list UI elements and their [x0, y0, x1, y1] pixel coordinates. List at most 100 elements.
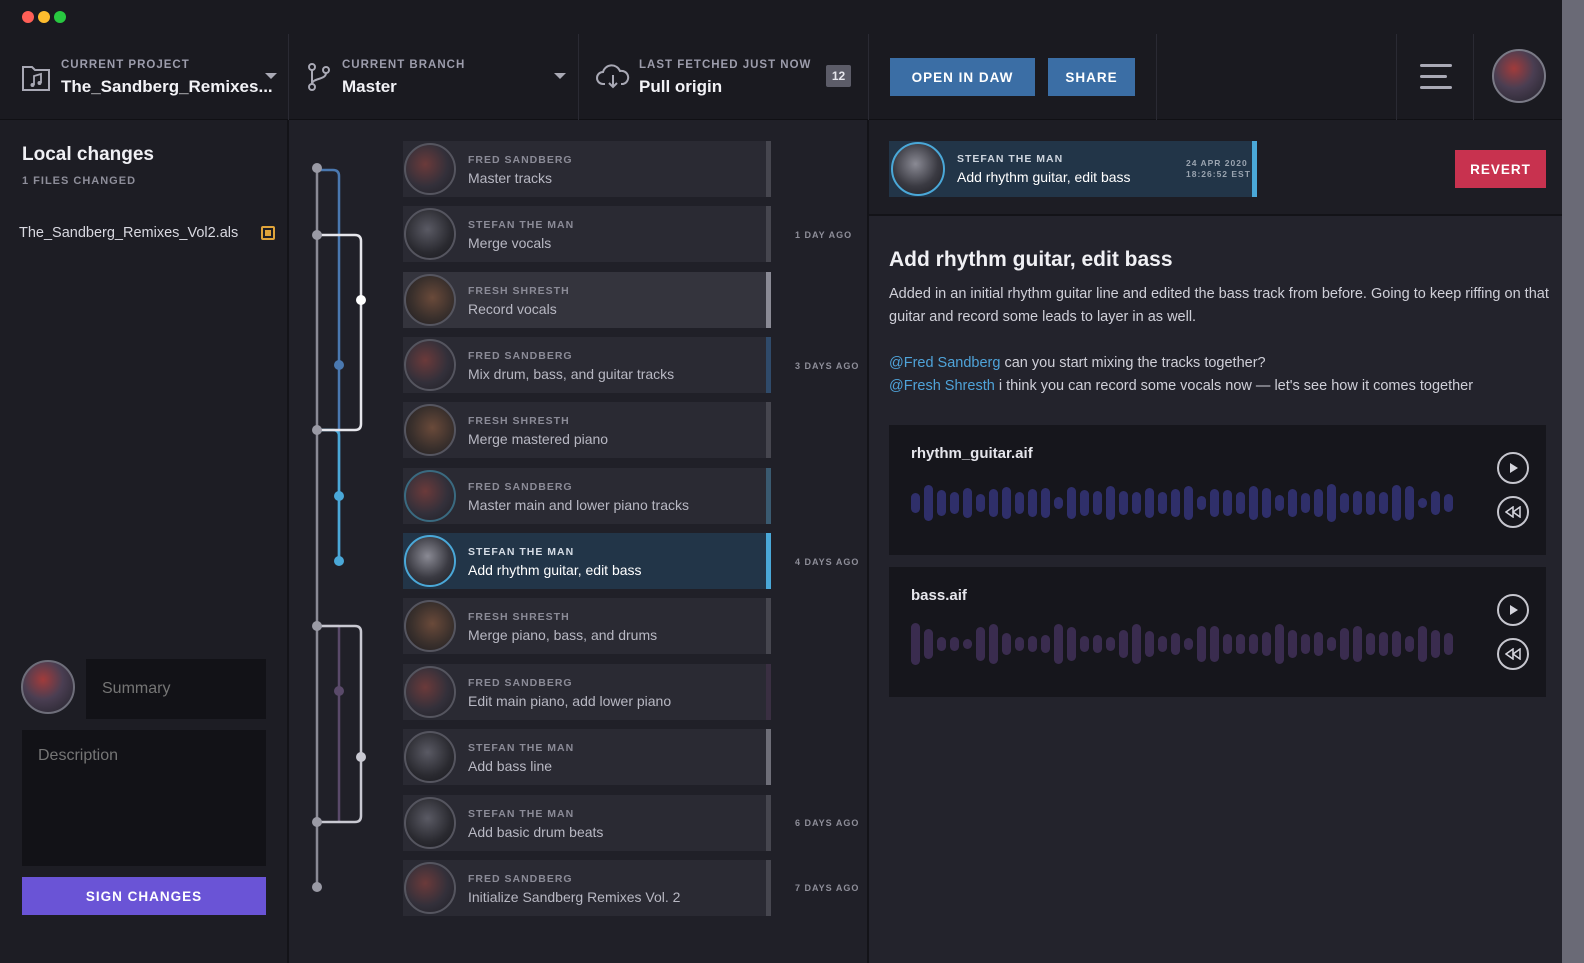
waveform-bar: [1184, 485, 1193, 521]
open-in-daw-button[interactable]: OPEN IN DAW: [890, 58, 1035, 96]
fetch-label: LAST FETCHED JUST NOW: [639, 59, 812, 71]
waveform-bar: [1171, 633, 1180, 655]
commit-row[interactable]: STEFAN THE MAN Add basic drum beats: [403, 795, 771, 851]
waveform-bar: [924, 628, 933, 660]
selected-indicator: [1252, 141, 1257, 197]
waveform-bar: [1197, 625, 1206, 663]
user-avatar[interactable]: [1492, 49, 1546, 103]
author-avatar: [404, 600, 456, 652]
hamburger-menu-icon[interactable]: [1420, 64, 1452, 92]
waveform-bar: [924, 485, 933, 521]
commit-title: Add rhythm guitar, edit bass: [889, 248, 1173, 271]
selected-commit-author: STEFAN THE MAN: [957, 153, 1064, 165]
waveform-bar: [1327, 484, 1336, 522]
pending-count-badge: 12: [826, 65, 851, 87]
commit-row[interactable]: FRED SANDBERG Edit main piano, add lower …: [403, 664, 771, 720]
waveform-bar: [1327, 637, 1336, 651]
waveform-bar: [1418, 625, 1427, 663]
waveform-bar: [1132, 623, 1141, 665]
user-mention-link[interactable]: @Fresh Shresth: [889, 378, 995, 394]
commit-row[interactable]: STEFAN THE MAN Merge vocals: [403, 206, 771, 262]
waveform-bar: [1067, 627, 1076, 661]
close-window-button[interactable]: [22, 11, 34, 23]
commit-row[interactable]: FRED SANDBERG Master main and lower piano…: [403, 468, 771, 524]
waveform-bar: [1288, 489, 1297, 517]
description-input[interactable]: [22, 730, 266, 866]
changed-file-item[interactable]: The_Sandberg_Remixes_Vol2.als: [19, 224, 279, 246]
commit-row[interactable]: FRESH SHRESTH Record vocals: [403, 272, 771, 328]
waveform-bar: [1223, 634, 1232, 654]
fetch-section[interactable]: LAST FETCHED JUST NOW Pull origin 12: [579, 34, 869, 120]
waveform-bar: [1158, 635, 1167, 653]
share-button[interactable]: SHARE: [1048, 58, 1135, 96]
waveform-bar: [937, 637, 946, 651]
waveform-bar: [1431, 491, 1440, 515]
waveform-bar: [1366, 491, 1375, 515]
waveform-bar: [1080, 635, 1089, 653]
branch-selector[interactable]: CURRENT BRANCH Master: [289, 34, 579, 120]
revert-button[interactable]: REVERT: [1455, 150, 1546, 188]
author-avatar: [404, 535, 456, 587]
files-changed-count: 1 FILES CHANGED: [22, 175, 137, 187]
waveform-bar: [1015, 637, 1024, 651]
waveform-bar: [1444, 633, 1453, 655]
commit-row[interactable]: FRED SANDBERG Mix drum, bass, and guitar …: [403, 337, 771, 393]
menu-section: [1396, 34, 1474, 120]
commit-row[interactable]: FRED SANDBERG Master tracks: [403, 141, 771, 197]
waveform-bar: [1314, 489, 1323, 517]
mention-line: @Fred Sandberg can you start mixing the …: [889, 355, 1266, 371]
waveform-bar: [976, 494, 985, 512]
waveform-bar: [1236, 491, 1245, 515]
commit-row-selected[interactable]: STEFAN THE MAN Add rhythm guitar, edit ba…: [403, 533, 771, 589]
commit-row[interactable]: FRESH SHRESTH Merge piano, bass, and drum…: [403, 598, 771, 654]
commit-row[interactable]: FRESH SHRESTH Merge mastered piano: [403, 402, 771, 458]
selected-commit-card: STEFAN THE MAN Add rhythm guitar, edit b…: [889, 141, 1257, 197]
pull-origin-button[interactable]: Pull origin: [639, 77, 722, 97]
sign-changes-button[interactable]: SIGN CHANGES: [22, 877, 266, 915]
waveform-bar: [1158, 491, 1167, 515]
author-avatar: [404, 666, 456, 718]
waveform-bar: [1444, 493, 1453, 513]
summary-input[interactable]: [86, 659, 266, 719]
chevron-down-icon: [554, 73, 566, 79]
waveform-bar: [1405, 485, 1414, 521]
modified-file-icon: [261, 226, 275, 240]
play-button[interactable]: [1497, 594, 1529, 626]
rewind-icon: [1505, 648, 1521, 660]
waveform-bar: [1262, 488, 1271, 518]
rewind-button[interactable]: [1497, 638, 1529, 670]
waveform-bar: [1171, 488, 1180, 518]
commit-row[interactable]: FRED SANDBERG Initialize Sandberg Remixes…: [403, 860, 771, 916]
commit-row[interactable]: STEFAN THE MAN Add bass line: [403, 729, 771, 785]
rewind-icon: [1505, 506, 1521, 518]
waveform-bar: [1236, 633, 1245, 655]
selected-commit-message: Add rhythm guitar, edit bass: [957, 169, 1131, 185]
window-edge: [1562, 0, 1584, 963]
author-avatar: [404, 208, 456, 260]
waveform-bar: [1093, 491, 1102, 515]
commit-date: 24 APR 2020: [1186, 158, 1248, 168]
waveform-bar: [911, 623, 920, 665]
waveform-bar: [1028, 489, 1037, 517]
branch-label: CURRENT BRANCH: [342, 59, 466, 71]
play-button[interactable]: [1497, 452, 1529, 484]
maximize-window-button[interactable]: [54, 11, 66, 23]
project-selector[interactable]: CURRENT PROJECT The_Sandberg_Remixes...: [0, 34, 289, 120]
minimize-window-button[interactable]: [38, 11, 50, 23]
rewind-button[interactable]: [1497, 496, 1529, 528]
waveform-bar: [1223, 490, 1232, 516]
audio-file-card: rhythm_guitar.aif: [889, 425, 1546, 555]
author-avatar: [21, 660, 75, 714]
waveform-bar: [1392, 631, 1401, 657]
title-bar: [0, 0, 1584, 34]
waveform-bar: [1210, 626, 1219, 662]
commit-time: 18:26:52 EST: [1186, 169, 1251, 179]
user-mention-link[interactable]: @Fred Sandberg: [889, 355, 1000, 371]
waveform-bar: [1184, 637, 1193, 651]
waveform-bar: [911, 493, 920, 513]
cloud-download-icon: [596, 64, 630, 89]
waveform-bar: [1314, 631, 1323, 657]
waveform-bar: [1093, 635, 1102, 653]
author-avatar: [404, 143, 456, 195]
waveform-bar: [1301, 492, 1310, 514]
